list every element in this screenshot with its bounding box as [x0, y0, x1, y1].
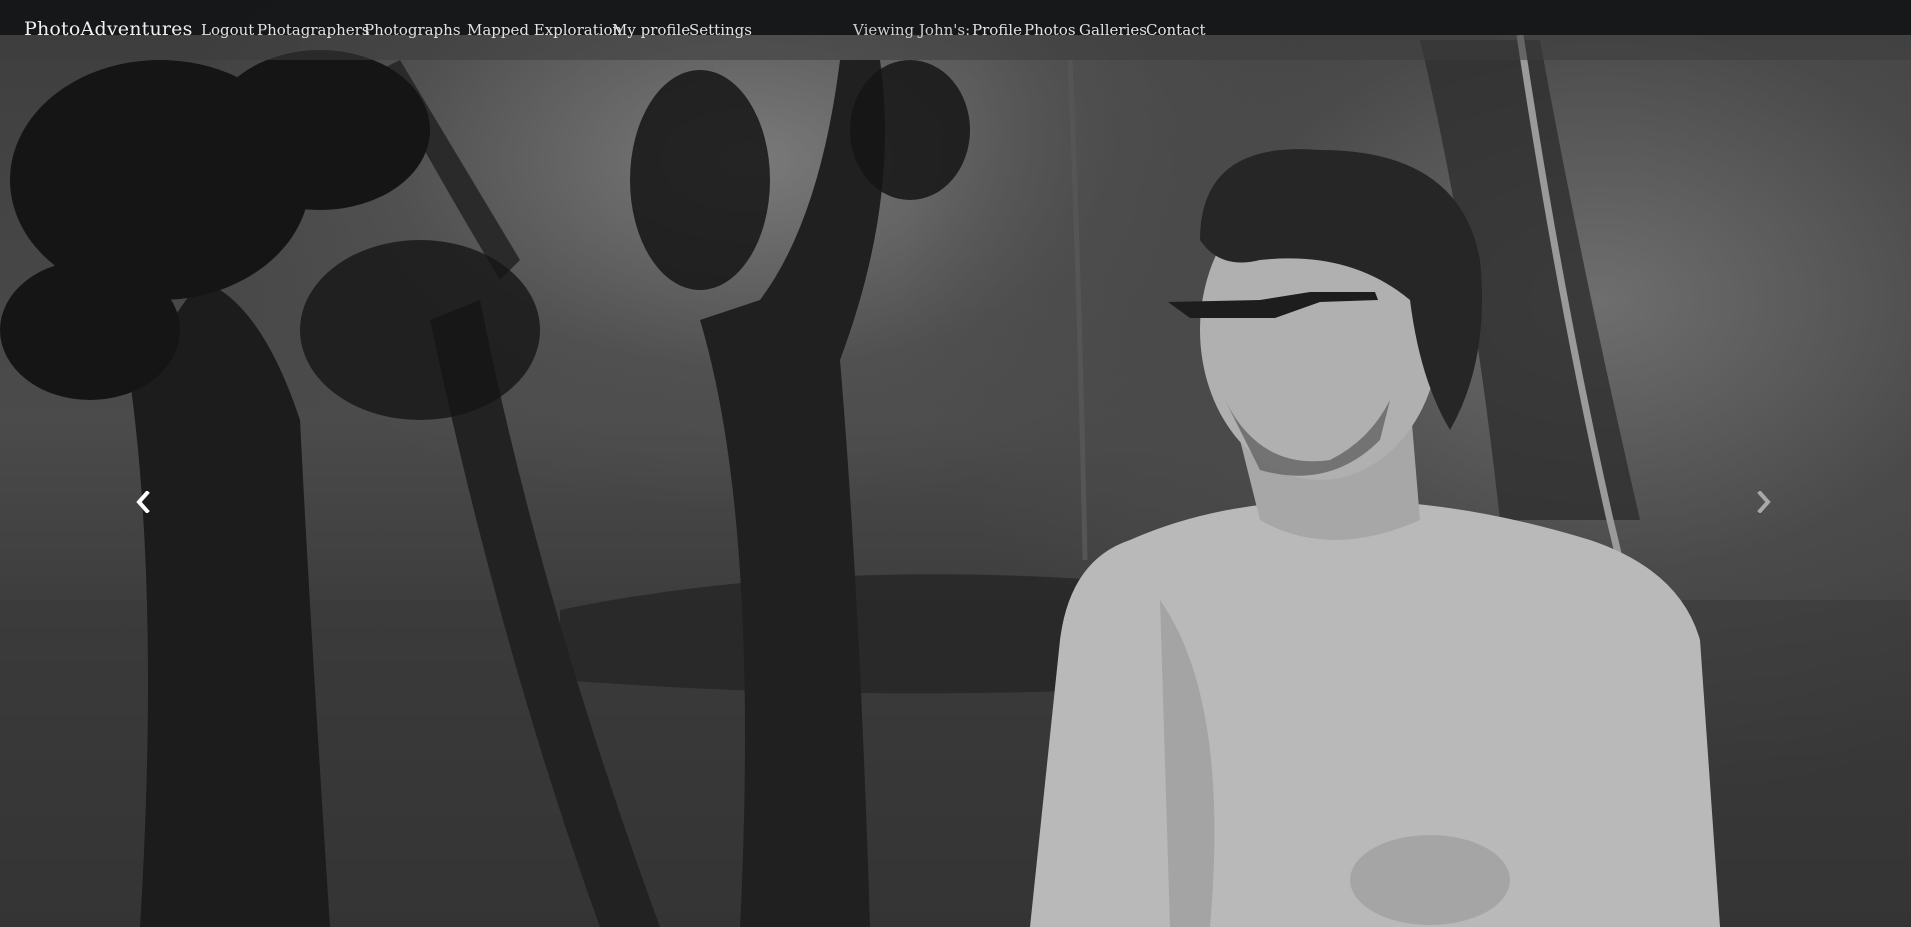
- top-navbar: PhotoAdventures Logout Photagraphers Pho…: [0, 0, 1911, 60]
- page: PhotoAdventures Logout Photagraphers Pho…: [0, 0, 1911, 927]
- viewing-user-label: Viewing John's:: [853, 21, 971, 39]
- carousel-next-button[interactable]: [1744, 482, 1784, 522]
- carousel-prev-button[interactable]: [123, 482, 163, 522]
- viewing-contact-link[interactable]: Contact: [1146, 21, 1206, 39]
- photo-illustration: [0, 34, 1911, 927]
- viewing-galleries-link[interactable]: Galleries: [1079, 21, 1147, 39]
- brand-logo-link[interactable]: PhotoAdventures: [24, 18, 193, 40]
- nav-settings-link[interactable]: Settings: [689, 21, 752, 39]
- nav-photographers-link[interactable]: Photagraphers: [257, 21, 369, 39]
- chevron-left-icon: [136, 491, 150, 513]
- nav-mapped-exploration-link[interactable]: Mapped Exploration: [467, 21, 622, 39]
- nav-my-profile-link[interactable]: My profile: [612, 21, 690, 39]
- nav-photographs-link[interactable]: Photographs: [364, 21, 461, 39]
- viewing-profile-link[interactable]: Profile: [972, 21, 1022, 39]
- carousel-photo: [0, 0, 1911, 927]
- viewing-photos-link[interactable]: Photos: [1024, 21, 1076, 39]
- nav-logout-link[interactable]: Logout: [201, 21, 254, 39]
- chevron-right-icon: [1757, 491, 1771, 513]
